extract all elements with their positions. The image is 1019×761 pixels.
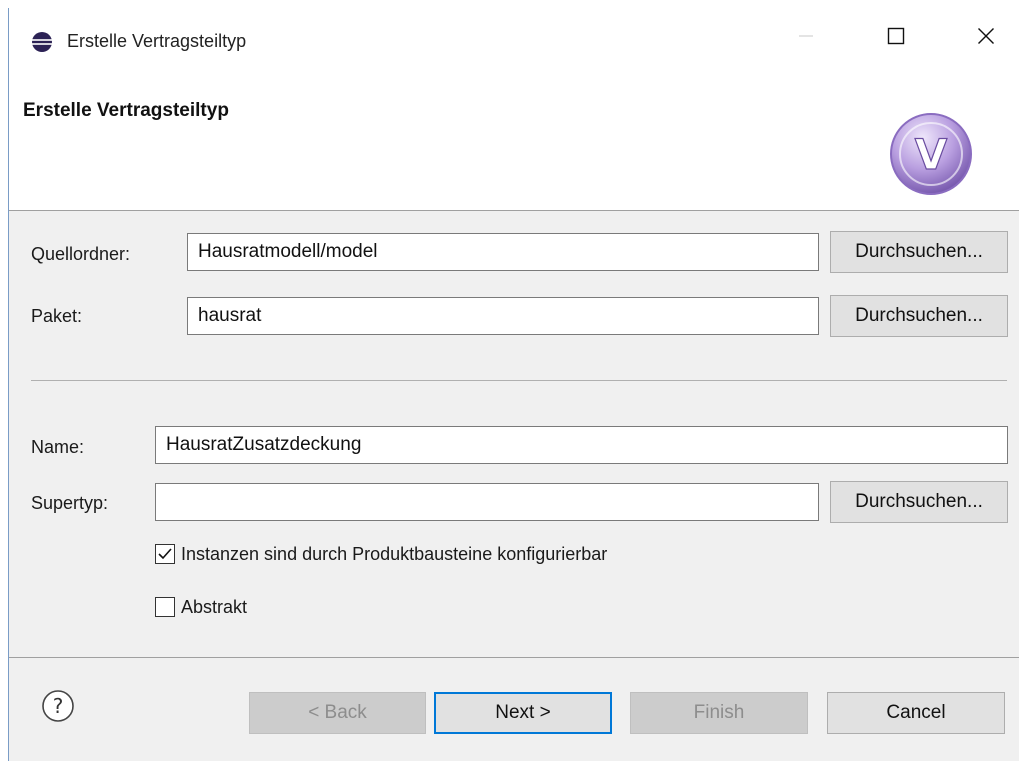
source-folder-field[interactable] [187, 233, 819, 271]
configurable-checkbox[interactable] [155, 544, 175, 564]
logo-letter: V [915, 130, 948, 179]
form-separator [31, 380, 1007, 381]
close-button[interactable] [955, 8, 1017, 70]
svg-text:?: ? [53, 694, 64, 718]
minimize-icon [798, 28, 814, 50]
page-title: Erstelle Vertragsteiltyp [23, 100, 229, 121]
checkmark-icon [156, 545, 174, 563]
cancel-button[interactable]: Cancel [827, 692, 1005, 734]
name-label: Name: [31, 437, 85, 457]
package-browse-button[interactable]: Durchsuchen... [830, 295, 1008, 337]
supertype-label: Supertyp: [31, 493, 109, 513]
source-folder-browse-button[interactable]: Durchsuchen... [830, 231, 1008, 273]
minimize-button[interactable] [775, 8, 837, 70]
window-title: Erstelle Vertragsteiltyp [67, 31, 247, 51]
abstract-label[interactable]: Abstrakt [181, 597, 247, 618]
next-button[interactable]: Next > [434, 692, 612, 734]
configurable-label[interactable]: Instanzen sind durch Produktbausteine ko… [181, 544, 607, 565]
finish-button[interactable]: Finish [630, 692, 808, 734]
close-icon [977, 27, 995, 51]
vertragsteil-logo-icon: V [889, 112, 973, 196]
maximize-icon [887, 27, 905, 51]
help-icon[interactable]: ? [41, 689, 75, 723]
source-folder-label: Quellordner: [31, 244, 131, 264]
eclipse-icon [31, 31, 53, 53]
abstract-checkbox[interactable] [155, 597, 175, 617]
supertype-field[interactable] [155, 483, 819, 521]
name-field[interactable] [155, 426, 1008, 464]
title-bar: Erstelle Vertragsteiltyp [9, 8, 1019, 70]
package-label: Paket: [31, 306, 83, 326]
maximize-button[interactable] [865, 8, 927, 70]
footer-separator [9, 657, 1019, 658]
wizard-header: Erstelle Vertragsteiltyp V [9, 70, 1019, 211]
package-field[interactable] [187, 297, 819, 335]
back-button[interactable]: < Back [249, 692, 426, 734]
wizard-dialog: Erstelle Vertragsteiltyp Erstelle Vertra… [8, 8, 1019, 761]
supertype-browse-button[interactable]: Durchsuchen... [830, 481, 1008, 523]
